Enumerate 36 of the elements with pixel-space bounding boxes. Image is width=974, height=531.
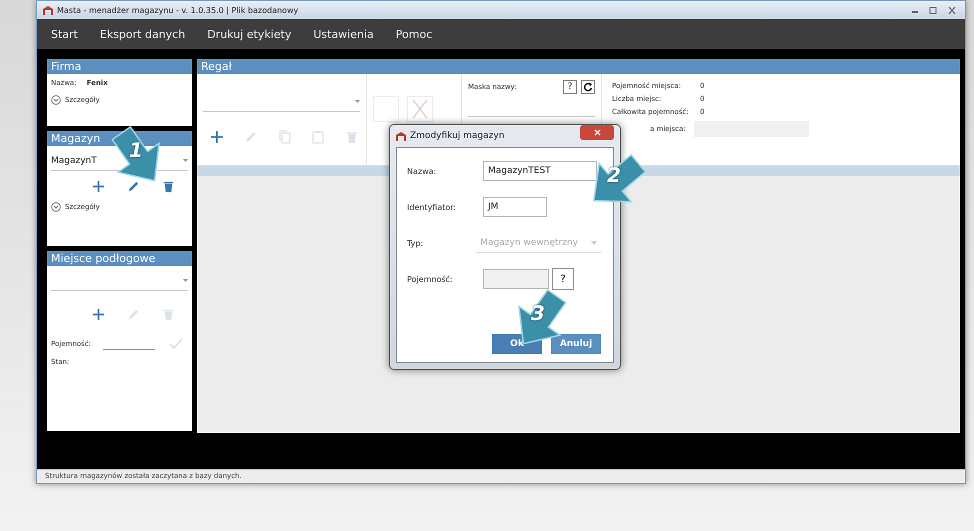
dropdown-caret-icon[interactable] bbox=[355, 100, 360, 103]
chevron-circle-icon[interactable] bbox=[51, 202, 61, 212]
dialog-title: Zmodyfikuj magazyn bbox=[410, 131, 504, 141]
plus-icon[interactable] bbox=[91, 307, 106, 322]
app-logo-icon bbox=[43, 6, 53, 14]
field-label: Identyfiator: bbox=[407, 202, 458, 212]
menu-item[interactable]: Eksport danych bbox=[100, 28, 186, 40]
panel-header: Firma bbox=[47, 59, 192, 74]
chevron-circle-icon[interactable] bbox=[51, 95, 61, 105]
refresh-icon[interactable] bbox=[581, 80, 595, 94]
field-label: Nazwa: bbox=[407, 166, 438, 176]
dropdown-caret-icon[interactable] bbox=[183, 159, 188, 162]
menu-item[interactable]: Ustawienia bbox=[313, 28, 374, 40]
check-icon[interactable] bbox=[168, 338, 183, 350]
trash-icon[interactable] bbox=[161, 179, 176, 194]
dropdown-caret-icon bbox=[591, 240, 597, 244]
cross-square-icon[interactable] bbox=[407, 96, 433, 122]
window-title: Masta - menadżer magazynu - v. 1.0.35.0 | Plik bazodanowy bbox=[57, 6, 298, 14]
field-label: Pojemność: bbox=[407, 274, 454, 284]
menu-item[interactable]: Start bbox=[51, 28, 78, 40]
close-button[interactable] bbox=[580, 125, 614, 140]
text-field[interactable]: MagazynTEST bbox=[483, 161, 597, 181]
menu-item[interactable]: Pomoc bbox=[396, 28, 432, 40]
field-label: Typ: bbox=[407, 238, 424, 248]
help-button[interactable]: ? bbox=[563, 80, 577, 94]
pencil-icon[interactable] bbox=[126, 179, 141, 194]
panel-header: Miejsce podłogowe bbox=[47, 251, 192, 266]
dropdown-caret-icon[interactable] bbox=[183, 279, 188, 282]
app-logo-icon bbox=[396, 132, 406, 140]
plus-icon[interactable] bbox=[91, 179, 106, 194]
text-field[interactable]: JM bbox=[483, 197, 547, 217]
maximize-icon[interactable] bbox=[927, 6, 939, 14]
close-icon bbox=[594, 129, 600, 136]
plus-icon[interactable] bbox=[209, 129, 225, 145]
panel-header: Regał bbox=[197, 59, 960, 74]
menu-item[interactable]: Drukuj etykiety bbox=[207, 28, 292, 40]
